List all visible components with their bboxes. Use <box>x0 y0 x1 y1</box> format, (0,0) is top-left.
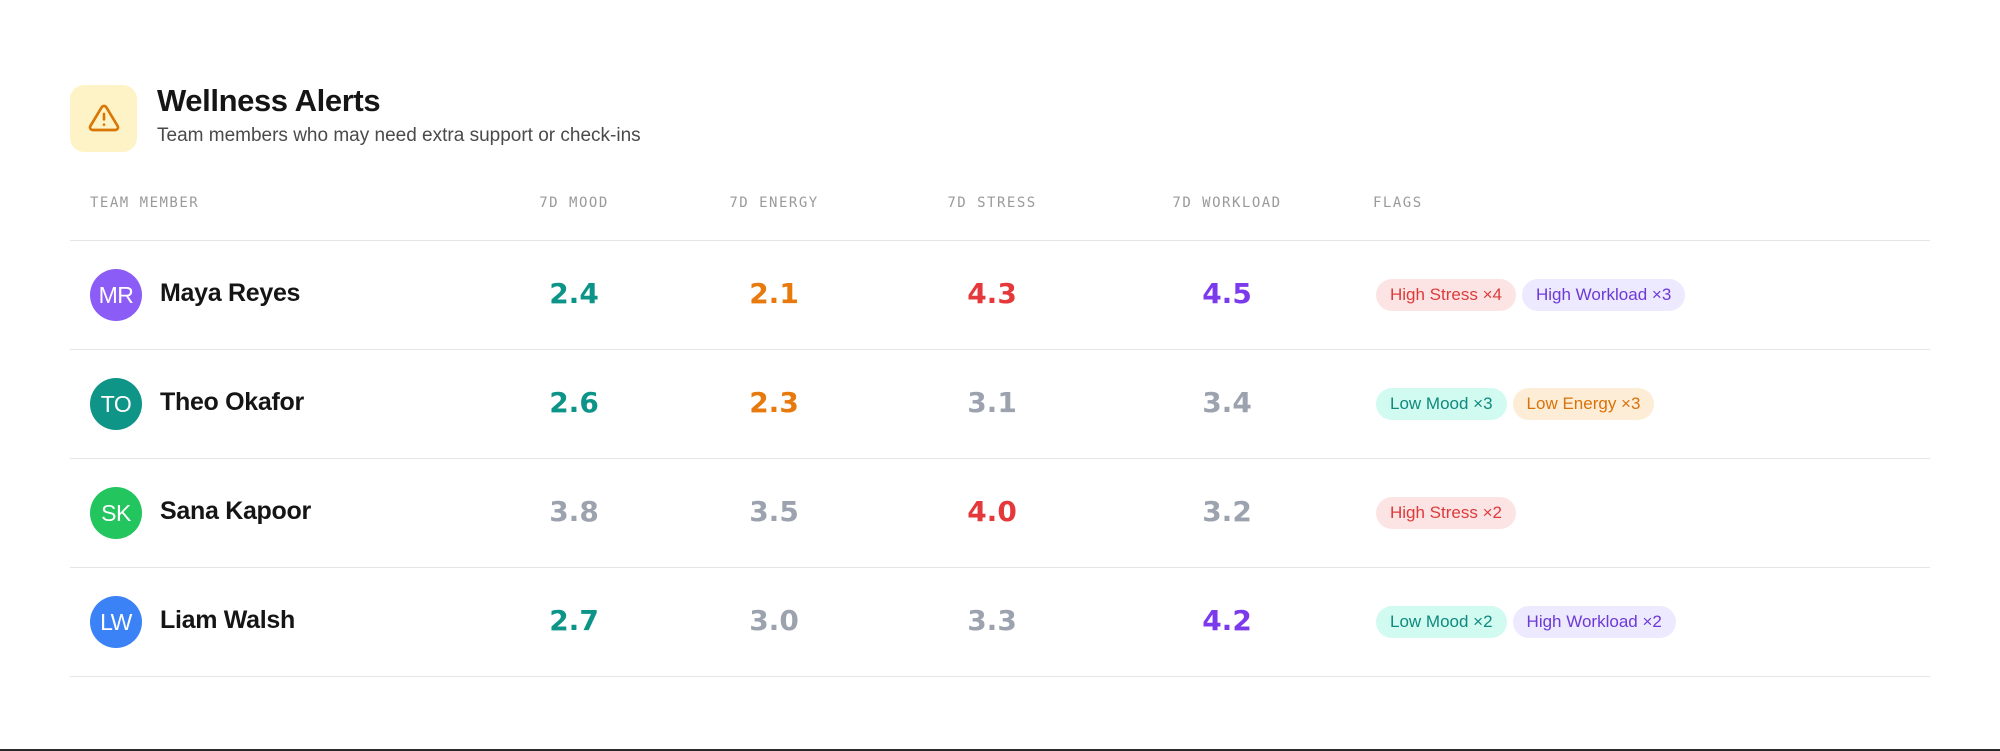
workload-value: 4.5 <box>1202 277 1252 310</box>
table-body: MR Maya Reyes 2.4 2.1 4.3 4.5 High Stres… <box>70 241 1930 677</box>
column-header-stress: 7D STRESS <box>947 195 1037 211</box>
flag-badge: Low Energy ×3 <box>1512 388 1655 420</box>
page: Wellness Alerts Team members who may nee… <box>0 0 2000 751</box>
mood-value: 2.4 <box>549 277 599 310</box>
energy-value: 2.3 <box>749 386 799 419</box>
mood-value: 2.6 <box>549 386 599 419</box>
flag-badge: Low Mood ×2 <box>1376 606 1507 638</box>
member-name: Sana Kapoor <box>160 497 311 525</box>
flags-list: High Stress ×2 <box>1376 497 1516 529</box>
flags-list: Low Mood ×3 Low Energy ×3 <box>1376 388 1655 420</box>
stress-value: 3.3 <box>967 604 1017 637</box>
stress-value: 3.1 <box>967 386 1017 419</box>
member-name: Theo Okafor <box>160 388 304 416</box>
warning-triangle-icon <box>88 104 119 132</box>
avatar: LW <box>90 596 142 648</box>
column-header-energy: 7D ENERGY <box>729 195 819 211</box>
table-row[interactable]: LW Liam Walsh 2.7 3.0 3.3 4.2 Low Mood ×… <box>70 568 1930 677</box>
flags-list: Low Mood ×2 High Workload ×2 <box>1376 606 1676 638</box>
workload-value: 3.4 <box>1202 386 1252 419</box>
card-title: Wellness Alerts <box>157 83 381 118</box>
table-row[interactable]: SK Sana Kapoor 3.8 3.5 4.0 3.2 High Stre… <box>70 459 1930 568</box>
energy-value: 3.5 <box>749 495 799 528</box>
flag-badge: High Stress ×2 <box>1376 497 1516 529</box>
column-header-member: TEAM MEMBER <box>90 195 200 211</box>
wellness-alerts-card: Wellness Alerts Team members who may nee… <box>70 83 1930 677</box>
flag-badge: Low Mood ×3 <box>1376 388 1507 420</box>
avatar: TO <box>90 378 142 430</box>
energy-value: 2.1 <box>749 277 799 310</box>
flag-badge: High Workload ×3 <box>1521 279 1686 311</box>
column-header-workload: 7D WORKLOAD <box>1172 195 1282 211</box>
column-header-flags: FLAGS <box>1373 195 1423 211</box>
member-name: Liam Walsh <box>160 606 295 634</box>
mood-value: 2.7 <box>549 604 599 637</box>
avatar: SK <box>90 487 142 539</box>
column-header-mood: 7D MOOD <box>539 195 609 211</box>
table-row[interactable]: MR Maya Reyes 2.4 2.1 4.3 4.5 High Stres… <box>70 241 1930 350</box>
workload-value: 4.2 <box>1202 604 1252 637</box>
energy-value: 3.0 <box>749 604 799 637</box>
stress-value: 4.3 <box>967 277 1017 310</box>
flags-list: High Stress ×4 High Workload ×3 <box>1376 279 1686 311</box>
card-subtitle: Team members who may need extra support … <box>157 125 641 146</box>
warning-badge <box>70 84 137 152</box>
table-row[interactable]: TO Theo Okafor 2.6 2.3 3.1 3.4 Low Mood … <box>70 350 1930 459</box>
workload-value: 3.2 <box>1202 495 1252 528</box>
header-titles: Wellness Alerts Team members who may nee… <box>157 83 641 149</box>
stress-value: 4.0 <box>967 495 1017 528</box>
avatar: MR <box>90 269 142 321</box>
table-header: TEAM MEMBER 7D MOOD 7D ENERGY 7D STRESS … <box>70 181 1930 241</box>
member-name: Maya Reyes <box>160 279 301 307</box>
card-header: Wellness Alerts Team members who may nee… <box>70 83 1930 152</box>
flag-badge: High Stress ×4 <box>1376 279 1516 311</box>
mood-value: 3.8 <box>549 495 599 528</box>
flag-badge: High Workload ×2 <box>1512 606 1676 638</box>
